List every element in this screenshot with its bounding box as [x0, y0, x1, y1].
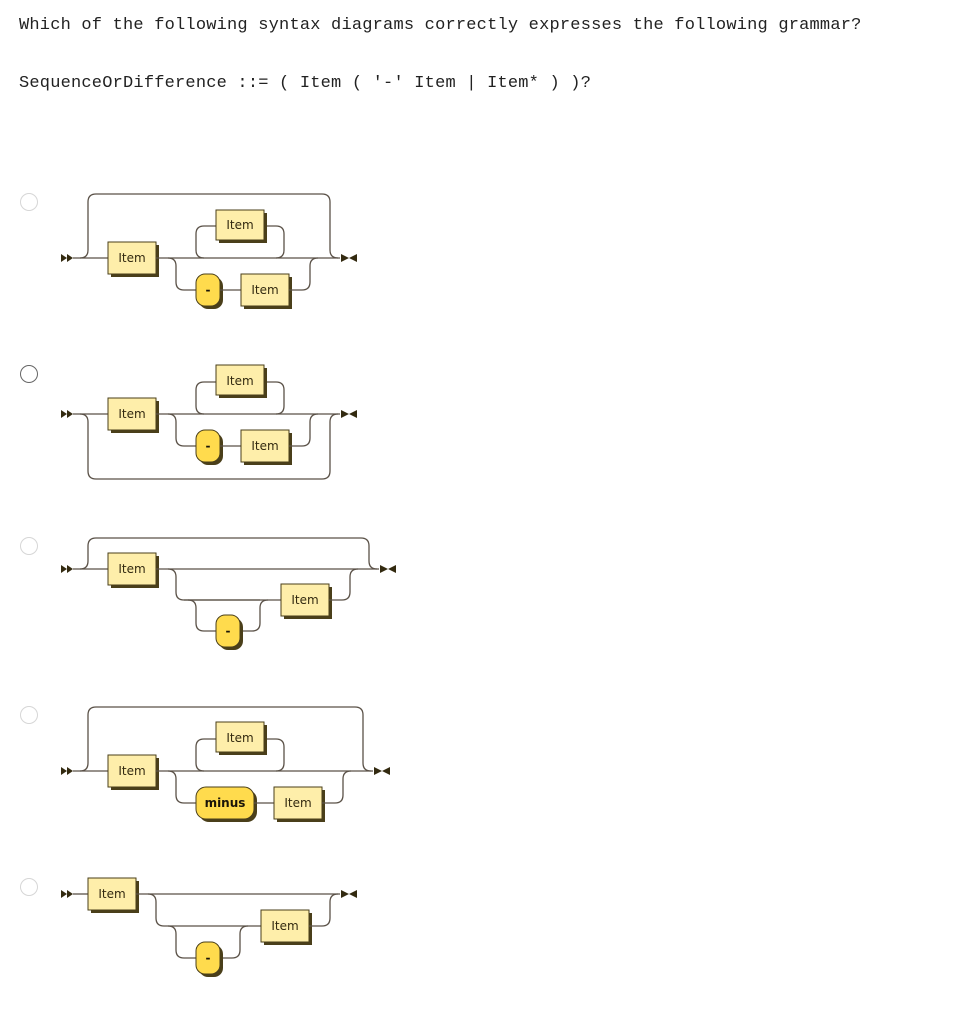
start-arrow-icon: [61, 890, 73, 898]
item-label: Item: [98, 887, 125, 901]
item-label: Item: [271, 919, 298, 933]
end-arrow-icon: [341, 890, 357, 898]
option-5-syntax-diagram: Item - Item: [61, 877, 357, 977]
terminal-label: -: [206, 951, 211, 965]
